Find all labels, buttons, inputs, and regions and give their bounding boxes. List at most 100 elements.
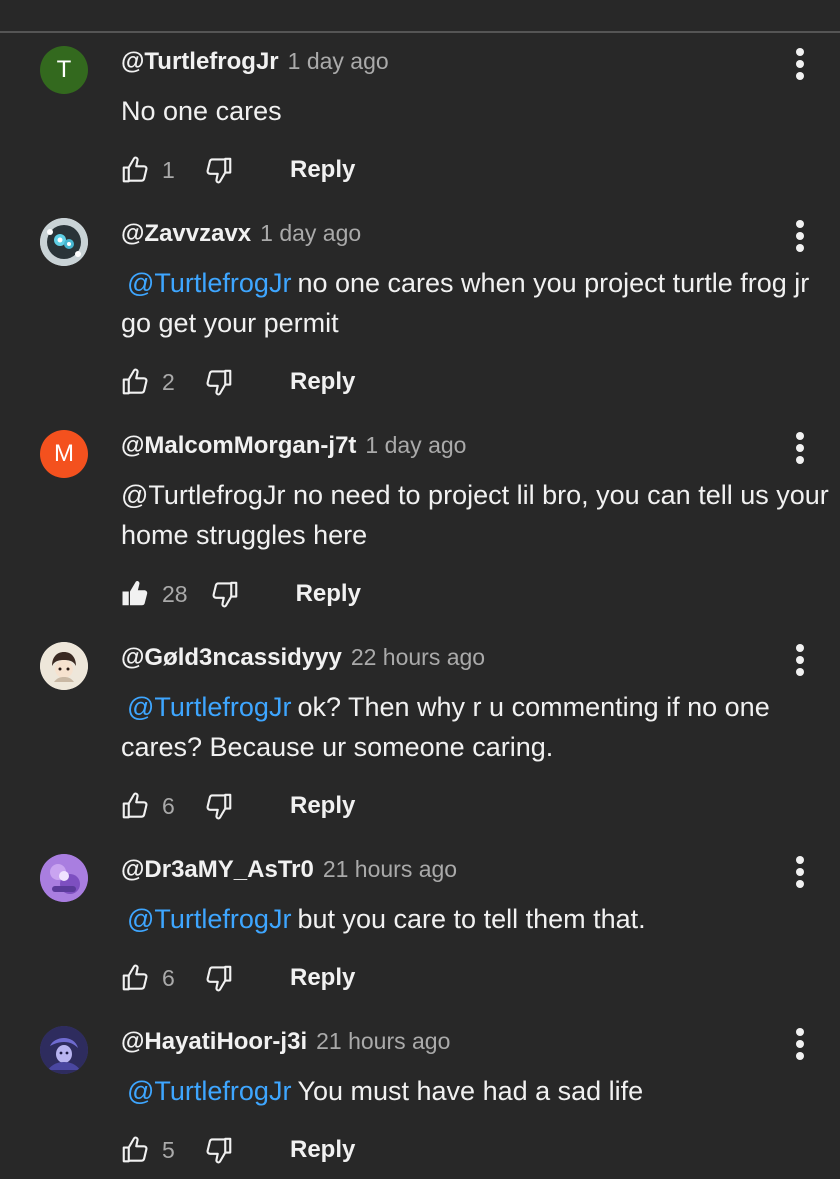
author-handle[interactable]: @Gøld3ncassidyyy	[121, 644, 342, 672]
comment-header: @HayatiHoor-j3i 21 hours ago	[121, 1028, 450, 1058]
author-handle[interactable]: @Zavvzavx	[121, 220, 251, 248]
avatar-image	[40, 1026, 88, 1074]
timestamp[interactable]: 21 hours ago	[323, 856, 457, 883]
timestamp[interactable]: 1 day ago	[365, 432, 466, 459]
author-handle[interactable]: @TurtlefrogJr	[121, 48, 279, 76]
author-handle[interactable]: @Dr3aMY_AsTr0	[121, 856, 314, 884]
reply-button[interactable]: Reply	[290, 156, 355, 184]
more-vert-icon	[796, 856, 804, 864]
comment-item: @Gøld3ncassidyyy 22 hours ago @Turtlefro…	[0, 642, 840, 832]
more-vert-icon	[796, 48, 804, 56]
dislike-button[interactable]	[204, 963, 234, 993]
more-options-button[interactable]	[788, 218, 812, 254]
reply-button[interactable]: Reply	[290, 1136, 355, 1164]
avatar[interactable]	[40, 1026, 88, 1074]
comment-header: @Gøld3ncassidyyy 22 hours ago	[121, 644, 485, 674]
avatar[interactable]: M	[40, 430, 88, 478]
thumb-up-icon	[122, 792, 148, 819]
comment-actions: 2 Reply	[120, 364, 355, 400]
comment-body-text: @TurtlefrogJr no need to project lil bro…	[121, 480, 829, 550]
author-handle[interactable]: @MalcomMorgan-j7t	[121, 432, 356, 460]
timestamp[interactable]: 1 day ago	[288, 48, 389, 75]
comment-item: M @MalcomMorgan-j7t 1 day ago @Turtlefro…	[0, 430, 840, 620]
thumb-up-icon	[122, 1136, 148, 1163]
thumb-up-icon	[122, 964, 148, 991]
dislike-button[interactable]	[204, 367, 234, 397]
avatar-image	[40, 854, 88, 902]
thumb-down-icon	[206, 157, 232, 184]
like-count: 28	[162, 580, 188, 607]
top-divider	[0, 31, 840, 33]
dislike-button[interactable]	[204, 155, 234, 185]
dislike-button[interactable]	[204, 1135, 234, 1165]
comment-text: @TurtlefrogJr no one cares when you proje…	[121, 263, 831, 343]
like-count: 2	[162, 368, 175, 395]
comment-item: @Zavvzavx 1 day ago @TurtlefrogJr no one …	[0, 218, 840, 408]
comment-item: @Dr3aMY_AsTr0 21 hours ago @TurtlefrogJr…	[0, 854, 840, 1004]
thumb-down-icon	[212, 581, 237, 608]
reply-button[interactable]: Reply	[290, 368, 355, 396]
comment-text: @TurtlefrogJr but you care to tell them t…	[121, 899, 831, 939]
reply-button[interactable]: Reply	[290, 792, 355, 820]
comment-actions: 6 Reply	[120, 788, 355, 824]
more-vert-icon	[796, 432, 804, 440]
comment-body-text: but you care to tell them that.	[297, 904, 646, 934]
reply-button[interactable]: Reply	[290, 964, 355, 992]
more-options-button[interactable]	[788, 1026, 812, 1062]
reply-button[interactable]: Reply	[296, 580, 361, 608]
like-button[interactable]	[120, 791, 150, 821]
comment-header: @TurtlefrogJr 1 day ago	[121, 48, 389, 78]
thumb-down-icon	[206, 965, 232, 992]
mention-link[interactable]: @TurtlefrogJr	[127, 904, 291, 934]
comment-text: @TurtlefrogJr no need to project lil bro…	[121, 475, 831, 555]
like-count: 6	[162, 964, 175, 991]
thumb-down-icon	[206, 793, 232, 820]
comment-header: @Dr3aMY_AsTr0 21 hours ago	[121, 856, 457, 886]
thumb-down-icon	[206, 369, 232, 396]
avatar-image	[40, 218, 88, 266]
like-count: 5	[162, 1136, 175, 1163]
like-button[interactable]	[120, 963, 150, 993]
comment-text: @TurtlefrogJr You must have had a sad lif…	[121, 1071, 831, 1111]
avatar[interactable]	[40, 854, 88, 902]
mention-link[interactable]: @TurtlefrogJr	[127, 268, 291, 298]
comment-body-text: You must have had a sad life	[297, 1076, 644, 1106]
author-handle[interactable]: @HayatiHoor-j3i	[121, 1028, 307, 1056]
comment-header: @Zavvzavx 1 day ago	[121, 220, 361, 250]
thumb-down-icon	[206, 1137, 232, 1164]
comment-item: @HayatiHoor-j3i 21 hours ago @Turtlefrog…	[0, 1026, 840, 1176]
avatar[interactable]: T	[40, 46, 88, 94]
more-vert-icon	[796, 220, 804, 228]
dislike-button[interactable]	[210, 579, 240, 609]
like-count: 6	[162, 792, 175, 819]
more-options-button[interactable]	[788, 854, 812, 890]
comment-actions: 6 Reply	[120, 960, 355, 996]
more-options-button[interactable]	[788, 46, 812, 82]
avatar[interactable]	[40, 218, 88, 266]
like-button[interactable]	[120, 1135, 150, 1165]
timestamp[interactable]: 1 day ago	[260, 220, 361, 247]
like-button[interactable]	[120, 155, 150, 185]
more-options-button[interactable]	[788, 430, 812, 466]
comment-text: No one cares	[121, 91, 831, 131]
timestamp[interactable]: 21 hours ago	[316, 1028, 450, 1055]
more-options-button[interactable]	[788, 642, 812, 678]
thumb-up-icon	[122, 368, 148, 395]
more-vert-icon	[796, 644, 804, 652]
like-count: 1	[162, 156, 175, 183]
comment-body-text: No one cares	[121, 96, 282, 126]
comment-actions: 28 Reply	[120, 576, 361, 612]
more-vert-icon	[796, 1028, 804, 1036]
dislike-button[interactable]	[204, 791, 234, 821]
thumb-up-filled-icon	[122, 581, 148, 606]
like-button-active[interactable]	[120, 579, 150, 609]
avatar[interactable]	[40, 642, 88, 690]
mention-link[interactable]: @TurtlefrogJr	[127, 692, 291, 722]
mention-link[interactable]: @TurtlefrogJr	[127, 1076, 291, 1106]
comment-item: T @TurtlefrogJr 1 day ago No one cares 1…	[0, 46, 840, 196]
timestamp[interactable]: 22 hours ago	[351, 644, 485, 671]
comment-actions: 5 Reply	[120, 1132, 355, 1168]
like-button[interactable]	[120, 367, 150, 397]
comment-actions: 1 Reply	[120, 152, 355, 188]
thumb-up-icon	[122, 156, 148, 183]
